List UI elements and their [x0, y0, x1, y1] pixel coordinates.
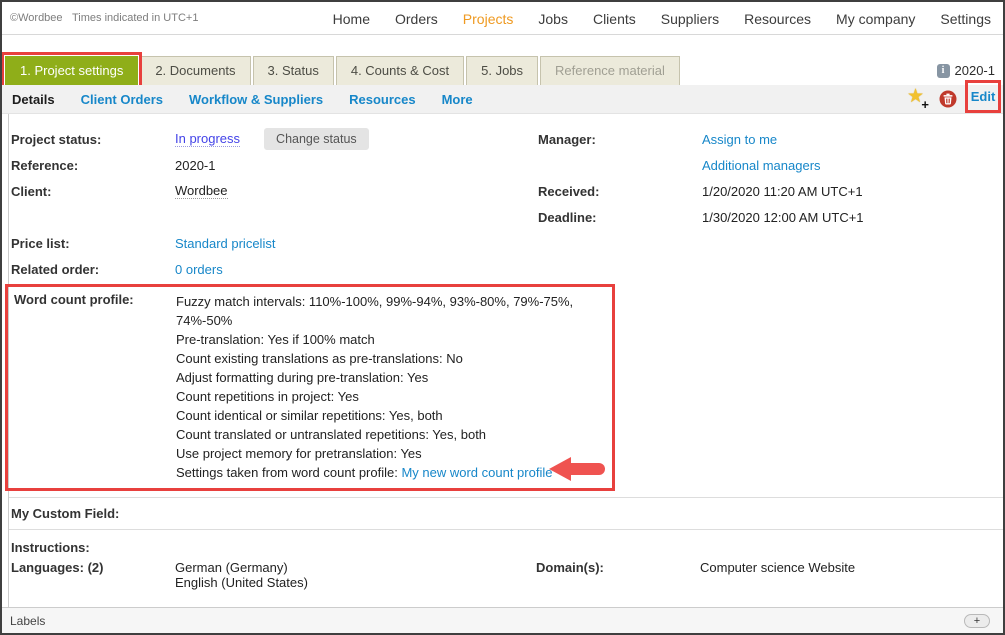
tab-status[interactable]: 3. Status	[253, 56, 334, 85]
word-count-profile-label: Word count profile:	[8, 292, 176, 482]
tab-counts-cost[interactable]: 4. Counts & Cost	[336, 56, 464, 85]
wcp-line: Count repetitions in project: Yes	[176, 387, 612, 406]
delete-trash-icon[interactable]	[939, 90, 957, 108]
wcp-line: Count existing translations as pre-trans…	[176, 349, 612, 368]
word-count-profile-link[interactable]: My new word count profile	[401, 465, 552, 480]
subnav-items: Details Client Orders Workflow & Supplie…	[2, 92, 473, 107]
tab-documents[interactable]: 2. Documents	[140, 56, 250, 85]
spacer-row	[9, 204, 536, 230]
labels-bar: Labels +	[2, 607, 1003, 633]
wordbee-project-settings-page: ©Wordbee Times indicated in UTC+1 Home O…	[0, 0, 1005, 635]
top-bar: ©Wordbee Times indicated in UTC+1 Home O…	[2, 2, 1003, 35]
project-tab-row: 1. Project settings 2. Documents 3. Stat…	[2, 35, 1003, 85]
labels-title: Labels	[2, 614, 45, 628]
field-label: Deadline:	[538, 210, 702, 225]
wcp-settings-line: Settings taken from word count profile: …	[176, 463, 612, 482]
tab-project-settings[interactable]: 1. Project settings	[5, 56, 138, 85]
custom-field-label: My Custom Field:	[11, 506, 119, 521]
nav-home[interactable]: Home	[333, 11, 370, 27]
assign-to-me-link[interactable]: Assign to me	[702, 132, 777, 147]
wcp-line: Adjust formatting during pre-translation…	[176, 368, 612, 387]
wcp-line: Count translated or untranslated repetit…	[176, 425, 612, 444]
info-icon[interactable]: i	[937, 64, 950, 78]
tab-jobs[interactable]: 5. Jobs	[466, 56, 538, 85]
subnav-resources[interactable]: Resources	[349, 92, 415, 107]
subnav-workflow-suppliers[interactable]: Workflow & Suppliers	[189, 92, 323, 107]
project-status-link[interactable]: In progress	[175, 131, 240, 147]
wcp-line: Count identical or similar repetitions: …	[176, 406, 612, 425]
client-link[interactable]: Wordbee	[175, 183, 228, 199]
nav-clients[interactable]: Clients	[593, 11, 636, 27]
language-item: English (United States)	[175, 575, 308, 590]
field-languages: Languages: (2) German (Germany) English …	[9, 560, 536, 590]
project-reference-badge: i 2020-1	[937, 63, 995, 78]
language-item: German (Germany)	[175, 560, 308, 575]
additional-managers-link[interactable]: Additional managers	[702, 158, 821, 173]
nav-my-company[interactable]: My company	[836, 11, 915, 27]
subnav-client-orders[interactable]: Client Orders	[81, 92, 163, 107]
field-label: Manager:	[538, 132, 702, 147]
field-label: Received:	[538, 184, 702, 199]
nav-settings[interactable]: Settings	[940, 11, 991, 27]
wcp-line: Use project memory for pretranslation: Y…	[176, 444, 612, 463]
field-label: Price list:	[11, 236, 175, 251]
nav-jobs[interactable]: Jobs	[538, 11, 568, 27]
field-received: Received: 1/20/2020 11:20 AM UTC+1	[536, 178, 1003, 204]
edit-button[interactable]: Edit	[971, 89, 996, 104]
wcp-line: Pre-translation: Yes if 100% match	[176, 330, 612, 349]
domains-value: Computer science Website	[700, 560, 855, 590]
field-additional-managers: Additional managers	[536, 152, 1003, 178]
field-label: Related order:	[11, 262, 175, 277]
nav-projects[interactable]: Projects	[463, 11, 514, 27]
details-subnav: Details Client Orders Workflow & Supplie…	[2, 85, 1003, 114]
languages-values: German (Germany) English (United States)	[175, 560, 308, 590]
details-panel: Project status: In progress Change statu…	[8, 114, 1003, 635]
custom-field-section: My Custom Field:	[9, 497, 1003, 530]
field-label: Project status:	[11, 132, 175, 147]
edit-highlight-box: Edit	[965, 80, 1001, 113]
tab-reference-material[interactable]: Reference material	[540, 56, 680, 85]
related-order-link[interactable]: 0 orders	[175, 262, 223, 277]
subnav-more[interactable]: More	[442, 92, 473, 107]
received-value: 1/20/2020 11:20 AM UTC+1	[702, 184, 863, 199]
field-label: Instructions:	[11, 540, 175, 555]
project-tabs: 1. Project settings 2. Documents 3. Stat…	[5, 56, 680, 85]
field-related-order: Related order: 0 orders	[9, 256, 536, 282]
word-count-profile-highlight-box: Word count profile: Fuzzy match interval…	[5, 284, 615, 491]
field-domains: Domain(s): Computer science Website	[536, 560, 1003, 590]
field-reference: Reference: 2020-1	[9, 152, 536, 178]
reference-value: 2020-1	[175, 158, 215, 173]
details-left-column: Project status: In progress Change statu…	[9, 126, 536, 282]
field-deadline: Deadline: 1/30/2020 12:00 AM UTC+1	[536, 204, 1003, 230]
main-nav: Home Orders Projects Jobs Clients Suppli…	[333, 2, 991, 35]
field-label: Domain(s):	[536, 560, 700, 590]
nav-orders[interactable]: Orders	[395, 11, 438, 27]
subnav-details[interactable]: Details	[12, 92, 55, 107]
field-client: Client: Wordbee	[9, 178, 536, 204]
favorite-star-icon[interactable]: ★ +	[907, 89, 927, 109]
word-count-profile-lines: Fuzzy match intervals: 110%-100%, 99%-94…	[176, 292, 612, 482]
add-label-button[interactable]: +	[964, 614, 990, 628]
details-right-column: Manager: Assign to me Additional manager…	[536, 126, 1003, 282]
field-label: Reference:	[11, 158, 175, 173]
deadline-value: 1/30/2020 12:00 AM UTC+1	[702, 210, 864, 225]
brand-text: ©Wordbee	[10, 12, 63, 24]
wcp-line: Fuzzy match intervals: 110%-100%, 99%-94…	[176, 292, 612, 330]
field-manager: Manager: Assign to me	[536, 126, 1003, 152]
price-list-link[interactable]: Standard pricelist	[175, 236, 275, 251]
nav-resources[interactable]: Resources	[744, 11, 811, 27]
field-label: Languages: (2)	[11, 560, 175, 590]
field-project-status: Project status: In progress Change statu…	[9, 126, 536, 152]
field-label: Client:	[11, 184, 175, 199]
change-status-button[interactable]: Change status	[264, 128, 369, 150]
languages-domains-row: Languages: (2) German (Germany) English …	[9, 560, 1003, 590]
project-reference-text: 2020-1	[955, 63, 995, 78]
timezone-note: Times indicated in UTC+1	[72, 12, 198, 24]
field-price-list: Price list: Standard pricelist	[9, 230, 536, 256]
field-instructions: Instructions:	[9, 534, 1003, 560]
nav-suppliers[interactable]: Suppliers	[661, 11, 719, 27]
